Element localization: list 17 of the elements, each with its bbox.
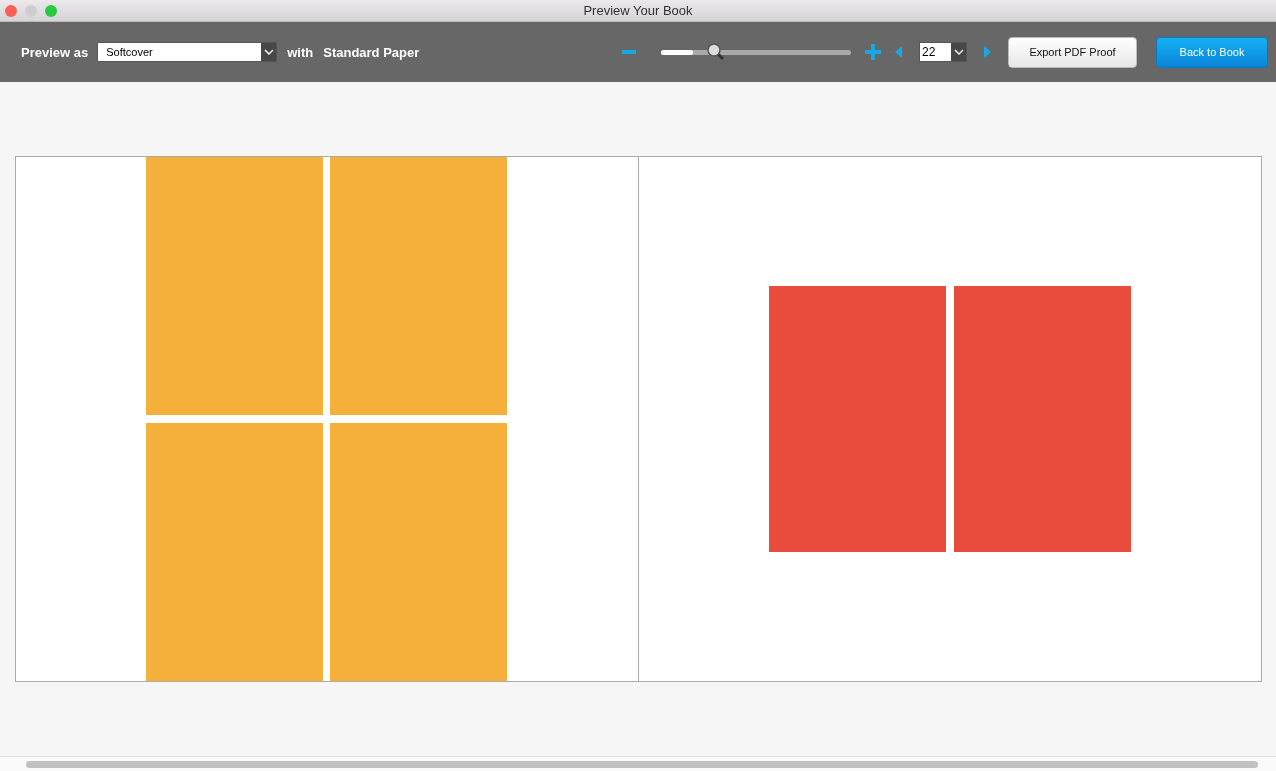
slider-thumb[interactable] [705,42,726,62]
format-dropdown[interactable]: Softcover [97,42,278,62]
preview-label: Preview as [21,44,89,60]
scrollbar[interactable] [26,760,1258,768]
window-title: Preview Your Book [583,3,693,18]
export-pdf-button[interactable]: Export PDF Proof [1008,36,1137,68]
caret-icon [951,43,966,61]
close-button[interactable] [5,5,17,17]
minimize-button[interactable] [25,5,37,17]
with-label: with [287,44,314,60]
paper-label: Standard Paper [323,44,420,60]
page-dropdown[interactable]: 22 [919,42,967,62]
zoom-button[interactable] [45,5,57,17]
zoom-in-icon[interactable] [865,44,881,60]
previous-page-icon[interactable] [895,46,902,58]
next-page-icon[interactable] [984,46,991,58]
caret-icon [261,43,277,61]
